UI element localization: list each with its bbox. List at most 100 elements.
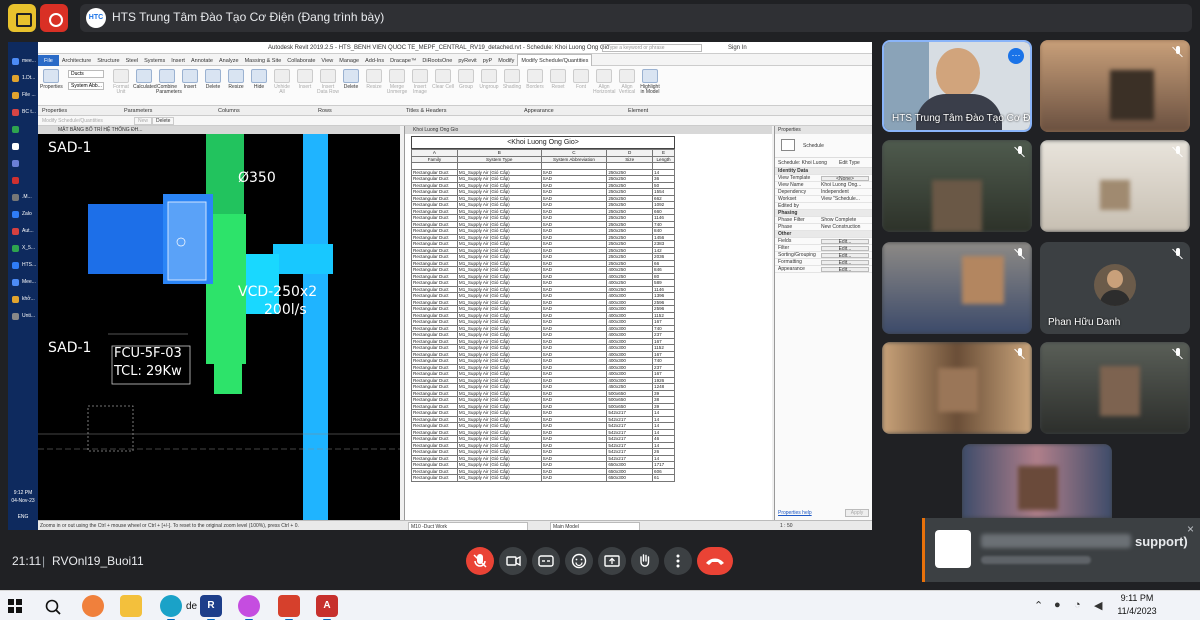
property-section[interactable]: Phasing [775, 210, 872, 217]
parameter-dropdown[interactable]: System Abb... [68, 82, 104, 90]
floor-plan-tab[interactable]: MẶT BẰNG BỐ TRÍ HỆ THỐNG ĐH... [38, 126, 400, 134]
presentation-toggle-button[interactable] [8, 4, 36, 32]
table-cell[interactable]: M1_Supply Air (Gió Cấp) [456, 474, 542, 482]
autocad-app-icon[interactable]: A [316, 595, 338, 620]
tray-wifi-icon[interactable]: ◔ [1074, 599, 1081, 611]
table-cell[interactable]: Rectangular Duct [411, 474, 458, 482]
raise-hand-button[interactable] [631, 547, 659, 575]
ribbon-button[interactable]: Unhide All [271, 69, 293, 95]
remote-taskbar-item[interactable]: X_5... [11, 243, 37, 253]
remote-taskbar-item[interactable]: .M... [11, 192, 37, 202]
schedule-view[interactable]: Khoi Luong Ong Gio <Khoi Luong Ong Gio> … [404, 126, 772, 520]
search-icon[interactable] [44, 598, 62, 616]
property-row[interactable]: Appearance Edit... [775, 266, 872, 273]
ribbon-button[interactable]: Highlight in Model [639, 69, 661, 95]
leave-call-button[interactable] [697, 547, 733, 575]
ribbon-button[interactable]: Borders [524, 69, 546, 90]
file-explorer-icon[interactable] [120, 595, 142, 617]
property-row[interactable]: Formatting Edit... [775, 259, 872, 266]
edge-browser-icon[interactable] [160, 595, 182, 620]
edit-type-button[interactable]: Edit Type [839, 160, 860, 166]
tray-volume-icon[interactable]: ◀ [1094, 599, 1102, 612]
remote-taskbar-item[interactable]: Mee... [11, 277, 37, 287]
property-row[interactable]: Workset View "Schedule... [775, 196, 872, 203]
remote-taskbar-item[interactable] [11, 158, 37, 168]
remote-taskbar-item[interactable]: khở... [11, 294, 37, 304]
property-edit-button[interactable]: Edit... [821, 239, 869, 245]
participant-tile-7[interactable] [882, 342, 1032, 434]
remote-taskbar-item[interactable]: Unti... [11, 311, 37, 321]
taskbar-clock[interactable]: 9:11 PM 11/4/2023 [1112, 592, 1162, 618]
ribbon-button[interactable]: Insert [294, 69, 316, 90]
ribbon-button[interactable]: Delete [202, 69, 224, 90]
ribbon-button[interactable]: Insert [179, 69, 201, 90]
table-row[interactable]: Rectangular Duct M1_Supply Air (Gió Cấp) S… [411, 474, 675, 482]
revit-app-icon[interactable]: R [200, 595, 222, 620]
ribbon-button[interactable]: Format Unit [110, 69, 132, 95]
schedule-tab[interactable]: Khoi Luong Ong Gio [405, 126, 772, 134]
property-section[interactable]: Identity Data [775, 168, 872, 175]
ribbon-button[interactable]: Hide [248, 69, 270, 90]
ribbon-button[interactable]: Reset [547, 69, 569, 90]
design-option-dropdown[interactable]: Main Model [550, 522, 640, 530]
ribbon-button[interactable]: Delete [340, 69, 362, 90]
ribbon-button[interactable]: Shading [501, 69, 523, 90]
ribbon-button[interactable]: Font [570, 69, 592, 90]
participant-tile-6[interactable]: Phan Hữu Danh [1040, 242, 1190, 334]
property-row[interactable]: Phase Filter Show Complete [775, 217, 872, 224]
remote-taskbar-item[interactable]: 1.Dt... [11, 73, 37, 83]
property-row[interactable]: Fields Edit... [775, 238, 872, 245]
property-row[interactable]: Edited by [775, 203, 872, 210]
camera-toggle-button[interactable] [499, 547, 527, 575]
remote-taskbar-item[interactable]: File ... [11, 90, 37, 100]
participant-tile-4[interactable] [1040, 140, 1190, 232]
ribbon-button[interactable]: Ungroup [478, 69, 500, 90]
property-row[interactable]: Dependency Independent [775, 189, 872, 196]
ribbon-button[interactable]: Align Vertical [616, 69, 638, 95]
sign-in-link[interactable]: Sign In [728, 45, 747, 51]
ribbon-button[interactable]: Resize [225, 69, 247, 90]
property-section[interactable]: Other [775, 231, 872, 238]
remote-taskbar-item[interactable] [11, 175, 37, 185]
remote-taskbar-item[interactable]: Zalo [11, 209, 37, 219]
property-row[interactable]: Sorting/Grouping Edit... [775, 252, 872, 259]
ribbon-button[interactable]: Clear Cell [432, 69, 454, 90]
ribbon-button[interactable]: Insert Data Row [317, 69, 339, 95]
table-cell[interactable]: SAD [540, 474, 608, 482]
captions-button[interactable] [532, 547, 560, 575]
tray-mic-icon[interactable]: ● [1054, 599, 1061, 611]
participant-tile-2[interactable] [1040, 40, 1190, 132]
reactions-button[interactable] [565, 547, 593, 575]
browser-app-icon[interactable] [238, 595, 260, 620]
remote-taskbar-item[interactable] [11, 141, 37, 151]
workset-dropdown[interactable]: M10 -Duct Work [408, 522, 528, 530]
property-edit-button[interactable]: Edit... [821, 246, 869, 252]
remote-taskbar-item[interactable]: mee... [11, 56, 37, 66]
close-icon[interactable]: × [1187, 522, 1194, 536]
ribbon-button[interactable]: Group [455, 69, 477, 90]
ribbon-button[interactable]: Properties [40, 69, 63, 90]
properties-help-link[interactable]: Properties help [778, 510, 812, 516]
options-delete-button[interactable]: Delete [152, 117, 175, 125]
tray-chevron-icon[interactable]: ⌃ [1034, 599, 1043, 612]
participant-tile-8[interactable] [1040, 342, 1190, 434]
view-scale[interactable]: 1 : 50 [780, 522, 793, 530]
windows-start-icon[interactable] [8, 599, 22, 613]
present-button[interactable] [598, 547, 626, 575]
participant-tile-3[interactable] [882, 140, 1032, 232]
ribbon-button[interactable]: Merge Unmerge [386, 69, 408, 95]
more-options-icon[interactable]: ⋯ [1008, 48, 1024, 64]
property-row[interactable]: Phase New Construction [775, 224, 872, 231]
participant-tile-9[interactable] [962, 444, 1112, 518]
more-options-button[interactable] [664, 547, 692, 575]
property-edit-button[interactable]: Edit... [821, 253, 869, 259]
remote-taskbar-item[interactable]: Aut... [11, 226, 37, 236]
revit-search-input[interactable]: Type a keyword or phrase [602, 44, 702, 52]
property-edit-button[interactable]: <None> [821, 176, 869, 182]
mic-toggle-button[interactable] [466, 547, 494, 575]
table-cell[interactable]: 61 [652, 474, 675, 482]
category-dropdown[interactable]: Ducts [68, 70, 104, 78]
instance-selector[interactable]: Schedule: Khoi Luong [778, 160, 827, 166]
properties-apply-button[interactable]: Apply [845, 509, 869, 517]
remote-taskbar-item[interactable]: BC t... [11, 107, 37, 117]
